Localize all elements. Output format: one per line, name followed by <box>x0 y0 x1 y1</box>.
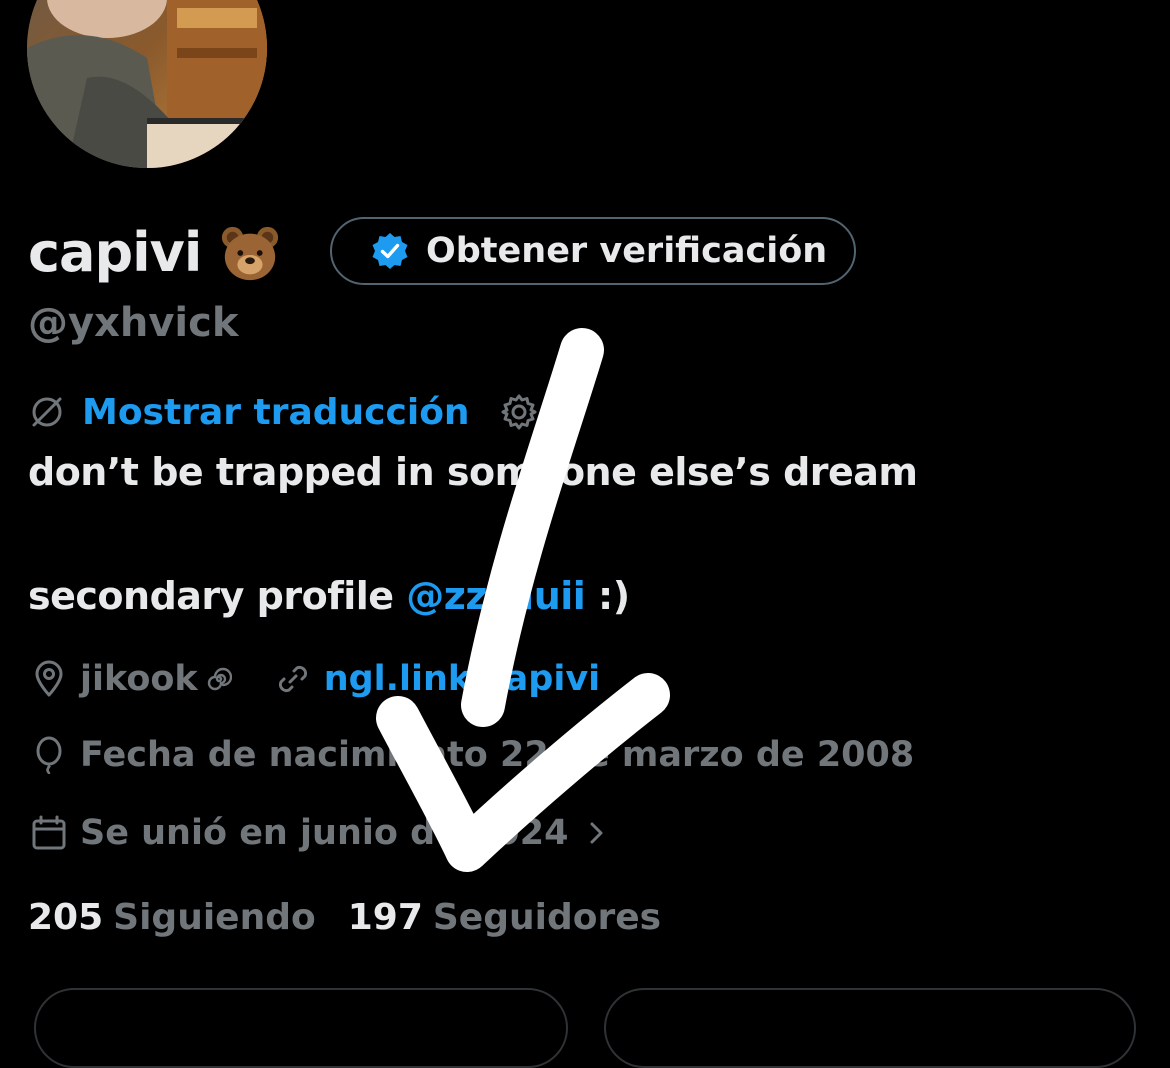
avatar[interactable] <box>27 0 267 168</box>
verified-badge-icon <box>372 233 408 269</box>
show-translation-link[interactable]: Mostrar traducción <box>82 392 470 433</box>
birthday-text: Fecha de nacimiento 22 de marzo de 2008 <box>80 735 915 775</box>
avatar-photo <box>27 0 267 168</box>
location-pin-icon <box>35 660 63 697</box>
profile-handle: @yxhvick <box>28 300 239 346</box>
balloon-icon <box>36 736 62 774</box>
followers-count: 197 <box>347 896 423 938</box>
chevron-right-icon[interactable] <box>582 819 610 847</box>
get-verified-label: Obtener verificación <box>426 231 828 271</box>
bear-face-icon <box>222 226 279 281</box>
birthday-row: Fecha de nacimiento 22 de marzo de 2008 <box>30 730 914 780</box>
translate-globe-icon <box>32 397 62 427</box>
get-verified-button[interactable]: Obtener verificación <box>330 217 856 285</box>
bio-prefix: secondary profile <box>28 574 407 618</box>
following-count: 205 <box>28 896 104 938</box>
following-link[interactable]: 205 Siguiendo <box>28 897 316 938</box>
website-link[interactable]: ngl.link/capivi <box>274 659 600 699</box>
name-row: capivi <box>28 218 281 288</box>
secondary-profile-mention[interactable]: @zzzlluii <box>406 574 586 618</box>
following-label: Siguiendo <box>113 896 316 938</box>
display-name: capivi <box>28 221 202 284</box>
bio-line-2: secondary profile @zzzlluii :) <box>28 574 630 618</box>
link-icon <box>278 665 307 693</box>
translate-row: Mostrar traducción <box>28 388 538 436</box>
website-url[interactable]: ngl.link/capivi <box>324 659 600 699</box>
bottom-action-button-right[interactable] <box>604 988 1136 1068</box>
location-text: jikook <box>80 659 198 699</box>
location-link-row: jikook ngl.link/capivi <box>30 654 600 704</box>
bio-suffix: :) <box>585 574 630 618</box>
gear-icon[interactable] <box>500 393 538 431</box>
followers-label: Seguidores <box>432 896 662 938</box>
calendar-icon <box>32 815 66 850</box>
follow-stats: 205 Siguiendo 197 Seguidores <box>28 892 661 942</box>
bottom-action-button-left[interactable] <box>34 988 568 1068</box>
followers-link[interactable]: 197 Seguidores <box>348 897 661 938</box>
joined-text: Se unió en junio de 2024 <box>80 813 569 853</box>
bio-line-1: don’t be trapped in someone else’s dream <box>28 450 918 494</box>
spiral-icon <box>207 667 232 691</box>
joined-row[interactable]: Se unió en junio de 2024 <box>30 808 610 858</box>
